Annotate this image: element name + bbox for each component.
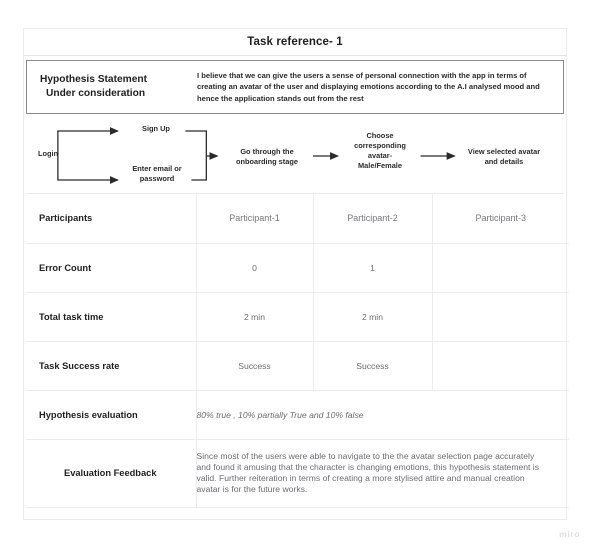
page-title: Task reference- 1 (247, 36, 343, 48)
results-table: Participants Participant-1 Participant-2… (26, 194, 569, 508)
cell-participants-3: Participant-3 (431, 194, 569, 244)
hypothesis-section: Hypothesis Statement Under consideration… (24, 56, 566, 114)
cell-task-success-rate-3 (431, 340, 569, 391)
table-row-evaluation-feedback: Evaluation Feedback Since most of the us… (26, 438, 569, 508)
table-row-hypothesis-evaluation: Hypothesis evaluation 80% true , 10% par… (26, 389, 569, 440)
cell-total-task-time-1: 2 min (195, 291, 314, 342)
table-row: Total task time 2 min 2 min (26, 291, 569, 342)
user-flow-diagram: Login Sign Up Enter email or password Go… (26, 119, 564, 194)
hypothesis-box: Hypothesis Statement Under consideration… (26, 60, 564, 114)
cell-task-success-rate-1: Success (195, 340, 314, 391)
hypothesis-label-line1: Hypothesis Statement (40, 74, 147, 85)
card-title-bar: Task reference- 1 (24, 29, 566, 56)
row-label-hypothesis-evaluation: Hypothesis evaluation (26, 389, 197, 440)
row-label-error-count: Error Count (26, 242, 197, 293)
cell-error-count-1: 0 (195, 242, 314, 293)
flow-node-enter-email: Enter email or password (132, 164, 182, 183)
hypothesis-label-line2: Under consideration (46, 88, 146, 99)
table-row: Task Success rate Success Success (26, 340, 569, 391)
hypothesis-statement-text: I believe that we can give the users a s… (197, 70, 540, 103)
table-row: Error Count 0 1 (26, 242, 569, 293)
row-label-evaluation-feedback: Evaluation Feedback (26, 438, 197, 508)
cell-participants-2: Participant-2 (312, 194, 433, 244)
cell-error-count-2: 1 (312, 242, 433, 293)
flow-node-login: Login (38, 149, 59, 158)
flow-node-sign-up: Sign Up (142, 124, 170, 133)
flow-node-view-avatar: View selected avatar and details (467, 147, 541, 166)
cell-evaluation-feedback-value: Since most of the users were able to nav… (195, 438, 569, 508)
cell-hypothesis-evaluation-value: 80% true , 10% partially True and 10% fa… (195, 389, 569, 440)
cell-total-task-time-2: 2 min (312, 291, 433, 342)
flow-node-choose-avatar: Choose corresponding avatar- Male/Female (354, 131, 406, 170)
task-reference-card: Task reference- 1 Hypothesis Statement U… (23, 28, 569, 520)
cell-task-success-rate-2: Success (312, 340, 433, 391)
miro-watermark: miro (559, 529, 580, 539)
row-label-total-task-time: Total task time (26, 291, 197, 342)
row-label-task-success-rate: Task Success rate (26, 340, 197, 391)
table-row: Participants Participant-1 Participant-2… (26, 194, 569, 244)
row-label-participants: Participants (26, 194, 197, 244)
hypothesis-label: Hypothesis Statement Under consideration (27, 73, 197, 101)
cell-participants-1: Participant-1 (195, 194, 314, 244)
flow-node-onboarding: Go through the onboarding stage (235, 147, 298, 166)
cell-error-count-3 (431, 242, 569, 293)
cell-total-task-time-3 (431, 291, 569, 342)
